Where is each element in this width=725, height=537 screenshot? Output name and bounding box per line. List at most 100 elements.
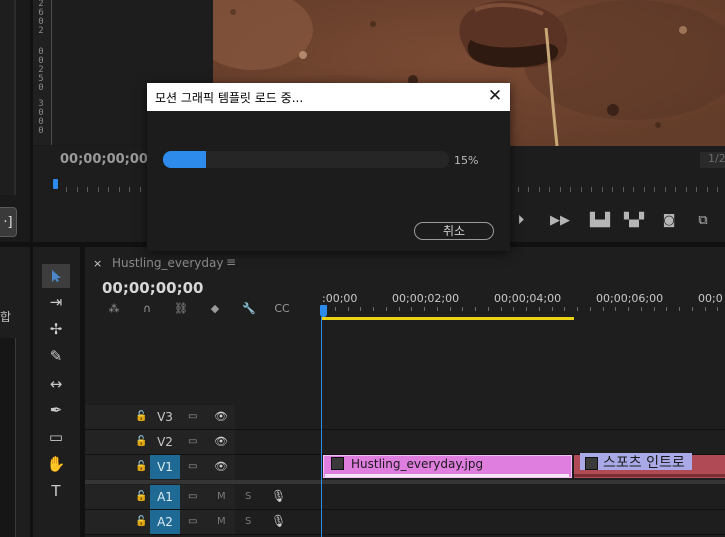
scrub-tick <box>623 187 624 192</box>
progress-percent: 15% <box>454 154 479 167</box>
ruler-tick <box>360 307 361 311</box>
eye-icon[interactable]: 👁 <box>214 460 228 473</box>
ruler-tick <box>437 307 438 311</box>
scrub-tick <box>129 187 130 192</box>
scrub-tick <box>707 187 708 192</box>
ruler-tick <box>424 307 425 311</box>
selection-tool-icon[interactable] <box>42 264 70 288</box>
solo-button[interactable]: S <box>245 491 251 502</box>
arrow-icon <box>52 270 61 282</box>
track-target-v2[interactable]: V2 <box>150 430 180 454</box>
sync-lock-icon[interactable]: ▭ <box>188 516 197 527</box>
eye-icon[interactable]: 👁 <box>214 435 228 448</box>
ruler-tick <box>526 307 527 311</box>
scrub-tick <box>66 187 67 192</box>
panel-divider <box>14 0 16 195</box>
track-target-v1[interactable]: V1 <box>150 455 180 479</box>
empty-track-area[interactable] <box>85 322 725 405</box>
export-frame-icon[interactable]: ▶▶ <box>550 214 570 228</box>
timeline-timecode[interactable]: 00;00;00;00 <box>102 279 204 297</box>
rectangle-tool-icon[interactable]: ▭ <box>42 425 70 449</box>
resolution-select[interactable]: 1/2 <box>700 152 725 168</box>
ruler-tick <box>666 307 667 311</box>
ruler-tick <box>488 307 489 311</box>
scrub-tick <box>633 187 634 192</box>
ruler-label: :00;00 <box>322 292 358 305</box>
scrub-tick <box>717 187 718 192</box>
ruler-tick <box>462 307 463 311</box>
ruler-tick <box>386 307 387 311</box>
scrub-tick <box>108 187 109 192</box>
mic-icon[interactable]: 🎙 <box>271 489 286 503</box>
ruler-tick <box>411 307 412 311</box>
scrub-tick <box>581 187 582 192</box>
lock-icon[interactable]: 🔓 <box>135 411 147 422</box>
hand-tool-icon[interactable]: ✋ <box>42 452 70 476</box>
work-area-bar[interactable] <box>322 317 574 320</box>
ruler-tick <box>335 307 336 311</box>
scrub-tick <box>77 187 78 192</box>
track-target-a1[interactable]: A1 <box>150 485 180 509</box>
track-divider <box>85 534 725 535</box>
close-sequence-icon[interactable]: × <box>93 257 102 270</box>
ruler-tick <box>615 307 616 311</box>
step-forward-icon[interactable]: ⏵ <box>512 214 530 228</box>
razor-tool-icon[interactable]: ✎ <box>42 344 70 368</box>
track-select-tool-icon[interactable]: ⇥ <box>42 290 70 314</box>
compare-icon[interactable]: ⧉ <box>694 214 712 228</box>
scrub-tick <box>549 187 550 192</box>
lock-icon[interactable]: 🔓 <box>135 461 147 472</box>
ruler-tick <box>577 307 578 311</box>
track-target-a2[interactable]: A2 <box>150 510 180 534</box>
scrub-tick <box>98 187 99 192</box>
monitor-playhead[interactable] <box>53 179 58 189</box>
lock-icon[interactable]: 🔓 <box>135 516 147 527</box>
sync-lock-icon[interactable]: ▭ <box>188 461 197 472</box>
linked-selection-icon[interactable]: ⛓ <box>173 302 189 316</box>
sync-lock-icon[interactable]: ▭ <box>188 411 197 422</box>
sync-lock-icon[interactable]: ▭ <box>188 436 197 447</box>
timeline-playhead[interactable] <box>320 305 327 317</box>
solo-button[interactable]: S <box>245 516 251 527</box>
timeline-playhead-line[interactable] <box>321 317 322 537</box>
mute-button[interactable]: M <box>217 491 226 502</box>
fx-badge-icon <box>331 457 344 470</box>
captions-icon[interactable]: CC <box>274 302 290 316</box>
ruler-tick <box>399 307 400 311</box>
track-target-v3[interactable]: V3 <box>150 405 180 429</box>
cancel-button[interactable]: 취소 <box>414 222 494 240</box>
type-tool-icon[interactable]: T <box>42 479 70 503</box>
ruler-label: 00;00;04;00 <box>494 292 562 305</box>
insert-icon[interactable]: ▙▟ <box>590 214 610 228</box>
mic-icon[interactable]: 🎙 <box>271 514 286 528</box>
slip-tool-icon[interactable]: ↔ <box>42 372 70 396</box>
mute-button[interactable]: M <box>217 516 226 527</box>
pen-tool-icon[interactable]: ✒ <box>42 398 70 422</box>
ruler-tick <box>641 307 642 311</box>
close-icon[interactable]: ✕ <box>486 86 504 106</box>
snap-icon[interactable]: ∩ <box>139 302 155 316</box>
nest-icon[interactable]: ⁂ <box>106 302 122 316</box>
lock-icon[interactable]: 🔓 <box>135 436 147 447</box>
ripple-edit-tool-icon[interactable]: ✢ <box>42 317 70 341</box>
video-audio-separator[interactable] <box>85 480 725 484</box>
camera-icon[interactable]: ◙ <box>660 214 678 228</box>
ruler-tick <box>590 307 591 311</box>
playhead-timecode[interactable]: 00;00;00;00 <box>60 152 148 167</box>
meter-digit: 2 <box>38 26 44 36</box>
ruler-tick <box>654 307 655 311</box>
add-marker-icon[interactable]: ◆ <box>207 302 223 316</box>
meter-digit: 0 <box>38 126 44 136</box>
sync-lock-icon[interactable]: ▭ <box>188 491 197 502</box>
panel-menu-icon[interactable]: ≡ <box>226 255 236 269</box>
overwrite-icon[interactable]: ▚▞ <box>624 214 644 228</box>
wrench-icon[interactable]: 🔧 <box>241 302 257 316</box>
scrub-tick <box>696 187 697 192</box>
lock-icon[interactable]: 🔓 <box>135 491 147 502</box>
project-panel-list[interactable] <box>0 338 16 537</box>
eye-icon[interactable]: 👁 <box>214 410 228 423</box>
ruler-tick <box>513 307 514 311</box>
scrub-tick <box>686 187 687 192</box>
panel-expand-button[interactable]: ·] <box>0 207 17 237</box>
sequence-tab[interactable]: Hustling_everyday <box>112 256 223 270</box>
